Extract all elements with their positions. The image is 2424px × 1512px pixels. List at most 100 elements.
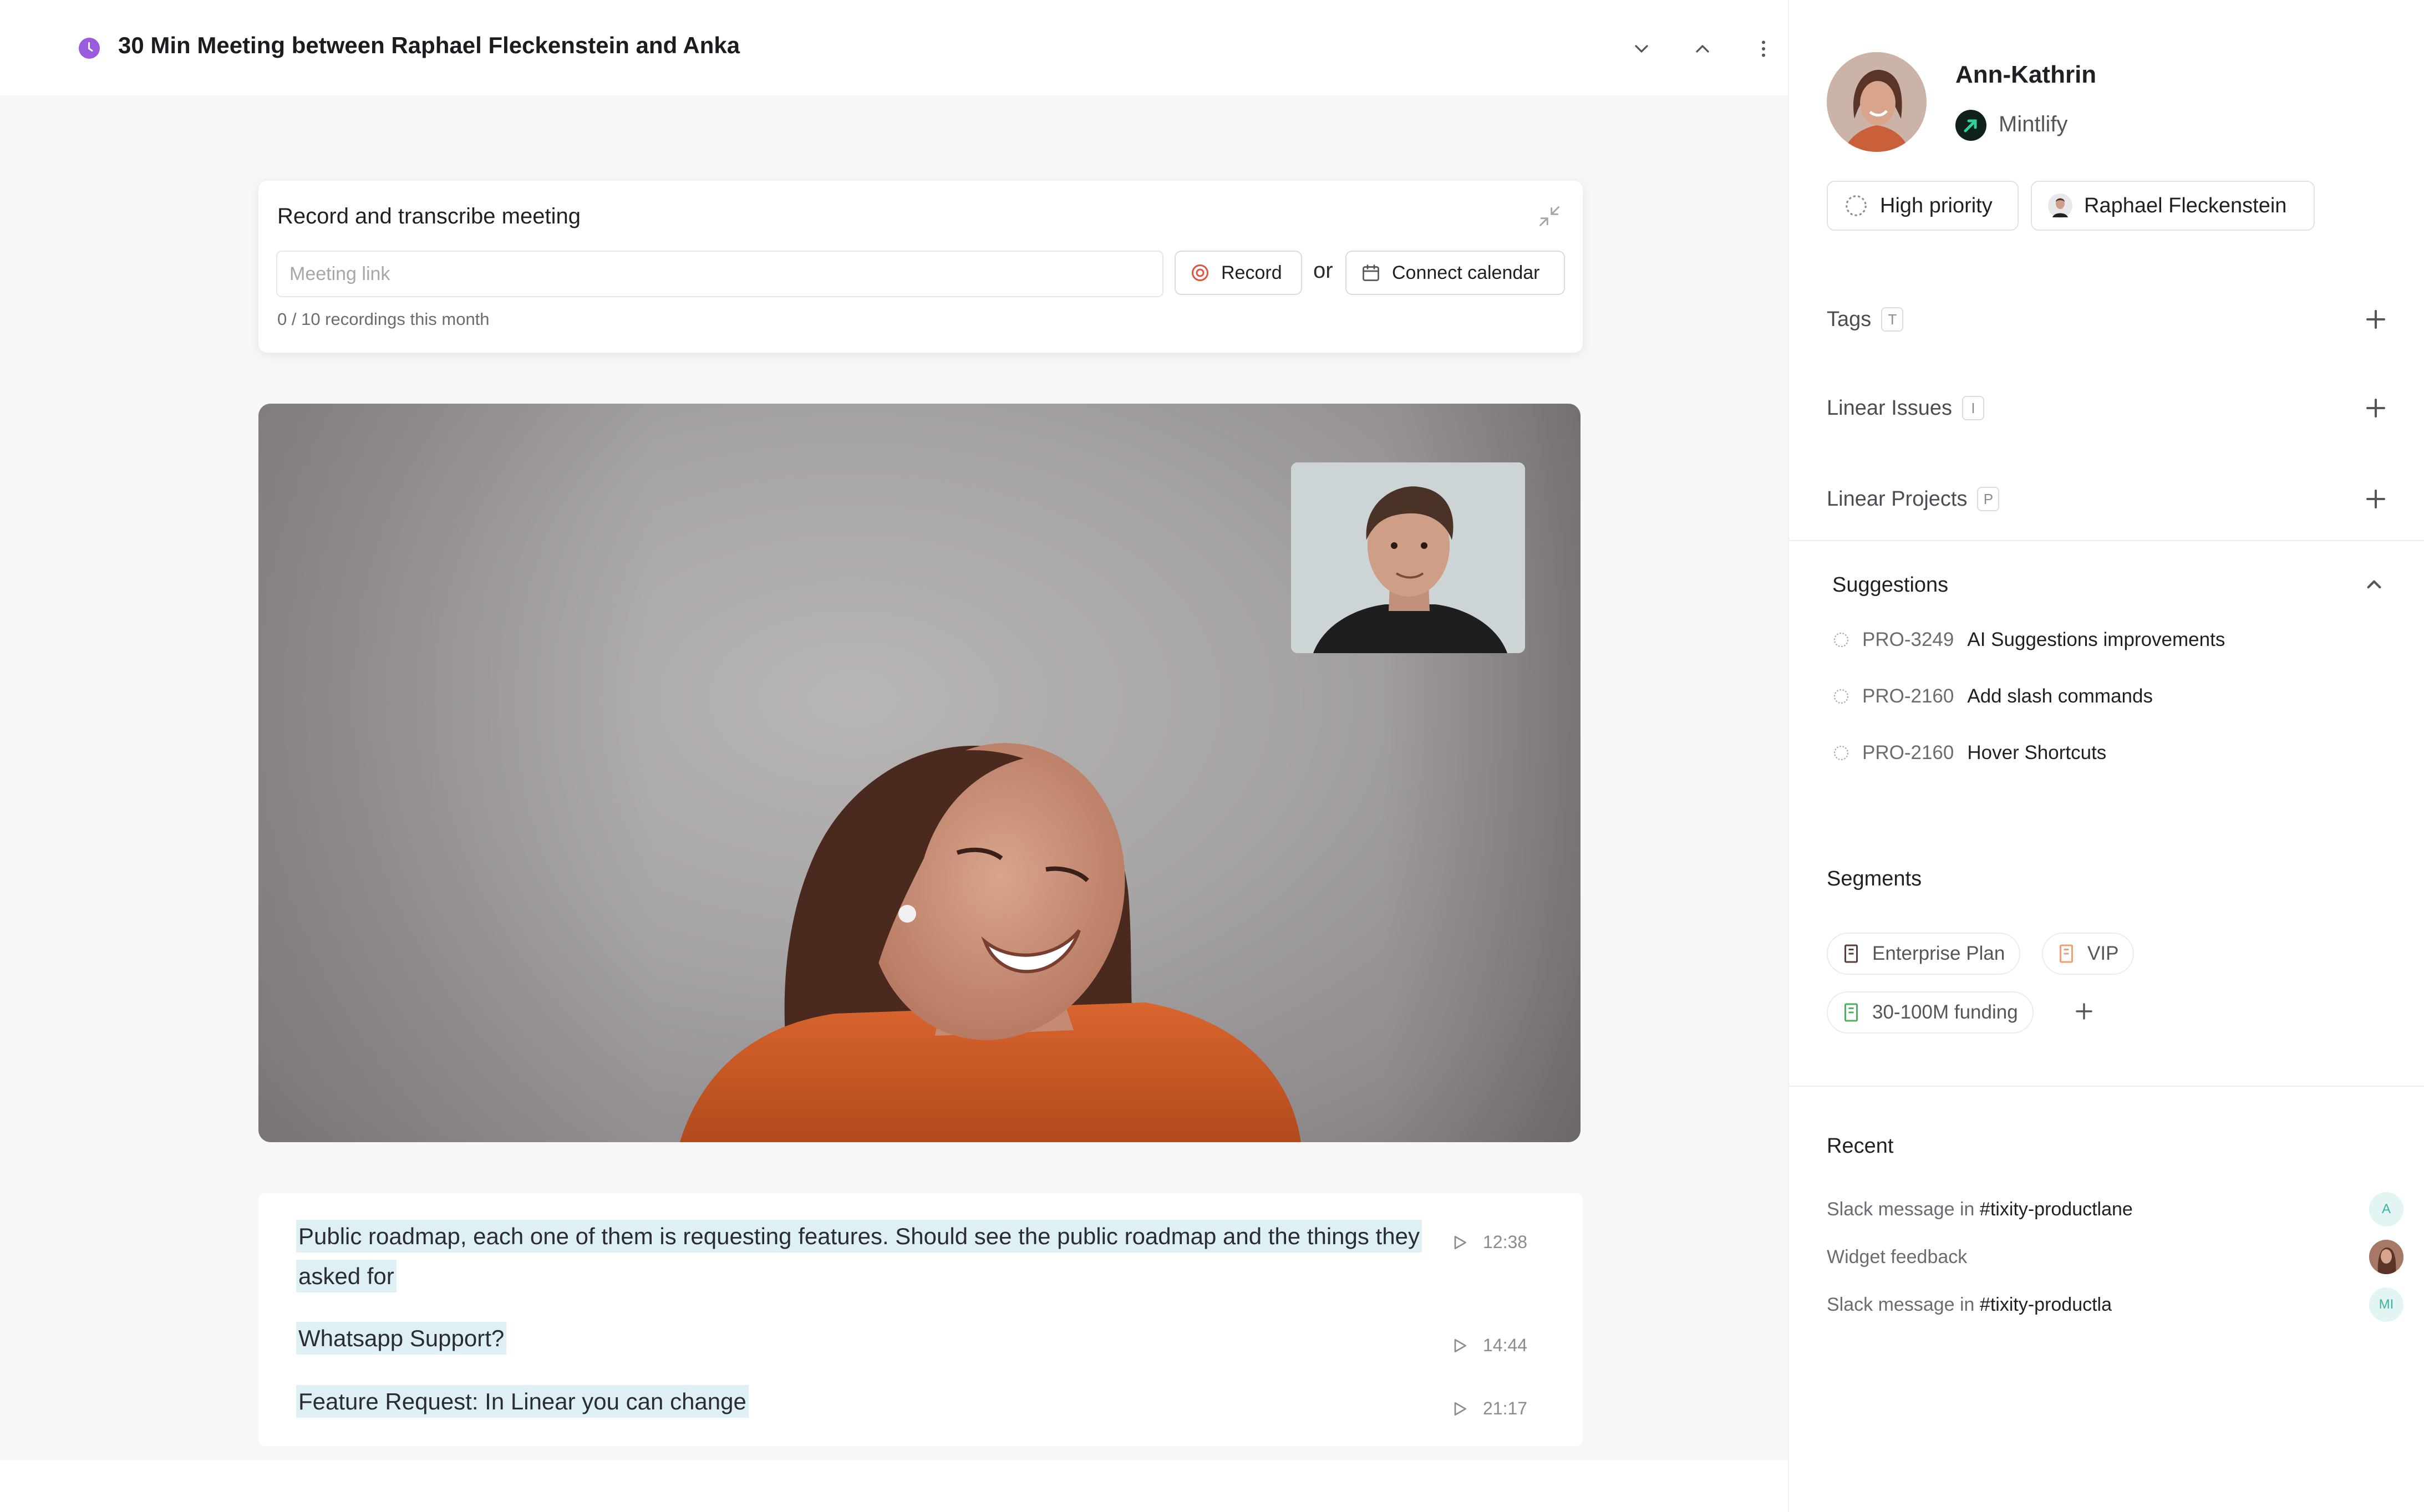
top-bar: 30 Min Meeting between Raphael Fleckenst…: [0, 0, 1788, 95]
minimize-icon[interactable]: [1537, 204, 1562, 228]
recent-channel: #tixity-productlane: [1979, 1198, 2133, 1220]
chevron-down-icon: [1635, 45, 1648, 53]
record-card: Record and transcribe meeting Record or …: [258, 181, 1583, 353]
connect-calendar-label: Connect calendar: [1392, 262, 1540, 283]
property-label: Linear Issues: [1827, 396, 1953, 420]
company-name[interactable]: Mintlify: [1999, 112, 2067, 137]
play-icon: [1454, 1235, 1466, 1249]
page-title: 30 Min Meeting between Raphael Fleckenst…: [118, 32, 740, 58]
recent-prefix: Slack message in: [1827, 1294, 1975, 1315]
linear-projects-row[interactable]: Linear Projects P: [1827, 477, 2392, 521]
chevron-up-button[interactable]: [1686, 32, 1719, 65]
property-label: Linear Projects: [1827, 487, 1968, 511]
segment-chip[interactable]: 30-100M funding: [1827, 991, 2034, 1034]
record-card-title: Record and transcribe meeting: [277, 204, 581, 228]
recent-item[interactable]: Slack message in #tixity-productla MI: [1827, 1285, 2403, 1324]
transcript-row[interactable]: Feature Request: In Linear you can chang…: [296, 1382, 749, 1422]
transcript-text: Feature Request: In Linear you can chang…: [296, 1385, 749, 1418]
recent-item[interactable]: Widget feedback: [1827, 1238, 2403, 1276]
clock-icon: [79, 38, 100, 59]
chevron-down-button[interactable]: [1625, 32, 1658, 65]
timestamp-label: 14:44: [1483, 1335, 1528, 1355]
building-icon: [2060, 944, 2073, 963]
linear-issues-row[interactable]: Linear Issues I: [1827, 386, 2392, 430]
suggestion-title: AI Suggestions improvements: [1967, 629, 2225, 650]
avatar: [2369, 1240, 2403, 1274]
priority-label: High priority: [1880, 194, 1993, 217]
record-button[interactable]: Record: [1175, 251, 1302, 295]
status-icon: [1833, 689, 1849, 704]
transcript-timestamp[interactable]: 14:44: [1451, 1335, 1527, 1356]
play-icon: [1454, 1402, 1466, 1416]
status-icon: [1833, 745, 1849, 761]
main-panel: 30 Min Meeting between Raphael Fleckenst…: [0, 0, 1788, 1460]
segment-chip[interactable]: Enterprise Plan: [1827, 933, 2021, 975]
record-icon: [1192, 264, 1208, 281]
mintlify-logo-icon: [1955, 110, 1986, 141]
more-options-button[interactable]: [1747, 32, 1780, 65]
play-icon: [1454, 1338, 1466, 1352]
suggestion-item[interactable]: PRO-3249 AI Suggestions improvements: [1832, 629, 2225, 651]
details-sidebar: Ann-Kathrin Mintlify High priority Rapha…: [1788, 0, 2424, 1512]
record-button-label: Record: [1221, 262, 1282, 283]
transcript-row[interactable]: Whatsapp Support?: [296, 1318, 507, 1358]
suggestion-item[interactable]: PRO-2160 Add slash commands: [1832, 685, 2153, 707]
segment-label: VIP: [2087, 943, 2119, 964]
assignee-label: Raphael Fleckenstein: [2084, 194, 2287, 217]
avatar: MI: [2369, 1287, 2403, 1322]
transcript-text: Public roadmap, each one of them is requ…: [296, 1220, 1422, 1292]
suggestion-id: PRO-2160: [1862, 685, 1954, 707]
plus-icon[interactable]: [2070, 997, 2098, 1026]
more-vertical-icon: [1762, 40, 1765, 57]
segments-title: Segments: [1827, 867, 1922, 890]
recent-prefix: Slack message in: [1827, 1198, 1975, 1220]
avatar[interactable]: [1827, 52, 1927, 152]
suggestions-title: Suggestions: [1832, 573, 1949, 597]
segment-label: Enterprise Plan: [1872, 943, 2005, 964]
shortcut-key: I: [1962, 396, 1985, 420]
recent-title: Recent: [1827, 1134, 1894, 1158]
suggestion-title: Add slash commands: [1967, 685, 2153, 707]
shortcut-key: T: [1881, 307, 1904, 332]
segment-label: 30-100M funding: [1872, 1001, 2018, 1023]
shortcut-key: P: [1977, 487, 2000, 511]
recordings-count: 0 / 10 recordings this month: [277, 309, 490, 329]
transcript-text: Whatsapp Support?: [296, 1322, 507, 1355]
property-label: Tags: [1827, 307, 1872, 331]
recent-prefix: Widget feedback: [1827, 1246, 1968, 1267]
suggestion-id: PRO-2160: [1862, 742, 1954, 763]
divider: [1789, 1086, 2424, 1087]
chevron-up-icon[interactable]: [2360, 571, 2388, 599]
meeting-link-input[interactable]: [276, 251, 1163, 297]
plus-icon[interactable]: [2359, 391, 2392, 425]
avatar: A: [2369, 1192, 2403, 1226]
self-view-video[interactable]: [1291, 462, 1525, 653]
suggestion-id: PRO-3249: [1862, 629, 1954, 650]
divider: [1789, 540, 2424, 541]
connect-calendar-button[interactable]: Connect calendar: [1345, 251, 1565, 295]
transcript-timestamp[interactable]: 12:38: [1451, 1232, 1527, 1253]
recent-channel: #tixity-productla: [1979, 1294, 2112, 1315]
assignee-chip[interactable]: Raphael Fleckenstein: [2031, 181, 2315, 231]
recent-item[interactable]: Slack message in #tixity-productlane A: [1827, 1190, 2403, 1229]
transcript-timestamp[interactable]: 21:17: [1451, 1398, 1527, 1419]
building-icon: [1844, 1003, 1858, 1022]
self-participant: [1291, 462, 1525, 653]
plus-icon[interactable]: [2359, 482, 2392, 516]
transcript-row[interactable]: Public roadmap, each one of them is requ…: [296, 1216, 1427, 1296]
video-player[interactable]: [258, 404, 1581, 1142]
plus-icon[interactable]: [2359, 303, 2392, 336]
chevron-up-icon: [1696, 45, 1709, 53]
or-separator: or: [1313, 258, 1333, 283]
timestamp-label: 12:38: [1483, 1232, 1528, 1252]
calendar-icon: [1363, 264, 1379, 281]
tags-row[interactable]: Tags T: [1827, 297, 2392, 342]
suggestion-item[interactable]: PRO-2160 Hover Shortcuts: [1832, 742, 2106, 764]
assignee-avatar: [2048, 194, 2072, 218]
segment-chip[interactable]: VIP: [2042, 933, 2135, 975]
timestamp-label: 21:17: [1483, 1398, 1528, 1418]
transcript-panel: Public roadmap, each one of them is requ…: [258, 1193, 1583, 1446]
contact-photo: [1827, 52, 1927, 152]
priority-chip[interactable]: High priority: [1827, 181, 2019, 231]
contact-name: Ann-Kathrin: [1955, 61, 2097, 88]
